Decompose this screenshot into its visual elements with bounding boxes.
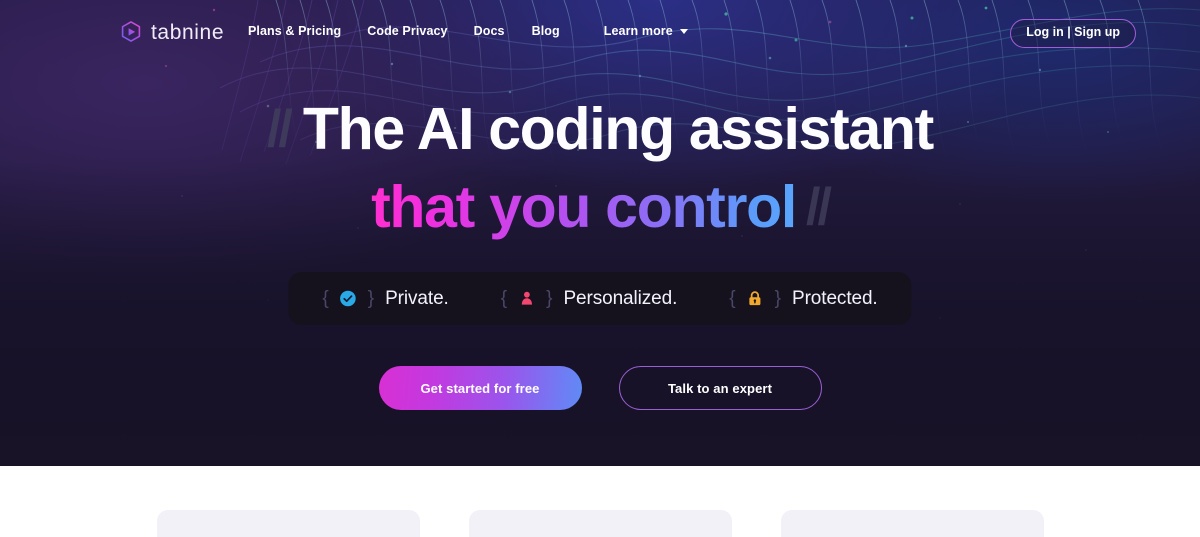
hero-cta-group: Get started for free Talk to an expert xyxy=(0,366,1200,410)
headline-line-2: that you control// xyxy=(0,173,1200,240)
shield-check-icon xyxy=(340,290,357,307)
person-icon xyxy=(521,291,532,305)
hero-headline: //The AI coding assistant that you contr… xyxy=(0,96,1200,240)
headline-line-1: //The AI coding assistant xyxy=(0,96,1200,162)
brace-open: { xyxy=(500,288,508,309)
headline-line-2-text: that you control xyxy=(371,173,797,240)
feature-item-personalized: { } Personalized. xyxy=(501,288,678,310)
brace-close: } xyxy=(367,288,375,309)
nav-dropdown-learn-more[interactable]: Learn more xyxy=(604,24,688,38)
feature-pill-bar: { } Private. { } Personalized. {} Prote… xyxy=(288,272,912,325)
tabnine-cube-logo-icon xyxy=(121,21,141,42)
login-signup-button[interactable]: Log in | Sign up xyxy=(1010,19,1136,48)
feature-label-personalized: Personalized. xyxy=(563,287,678,309)
nav-link-plans-pricing[interactable]: Plans & Pricing xyxy=(248,24,341,38)
chevron-down-icon xyxy=(679,28,688,34)
brand-logo[interactable]: tabnine xyxy=(119,20,224,44)
hero-section: tabnine Plans & Pricing Code Privacy Doc… xyxy=(0,0,1200,466)
main-navigation: tabnine Plans & Pricing Code Privacy Doc… xyxy=(0,0,1200,64)
nav-link-code-privacy[interactable]: Code Privacy xyxy=(367,24,447,38)
brace-open: { xyxy=(729,288,736,309)
brace-close: } xyxy=(546,288,553,309)
headline-line-1-text: The AI coding assistant xyxy=(302,96,934,162)
nav-links-group: Plans & Pricing Code Privacy Docs Blog L… xyxy=(248,24,688,38)
lock-icon xyxy=(749,291,761,306)
get-started-button[interactable]: Get started for free xyxy=(378,366,582,410)
feature-card-1[interactable] xyxy=(156,510,420,537)
nav-link-docs[interactable]: Docs xyxy=(474,24,505,38)
brace-open: { xyxy=(322,288,329,309)
feature-item-private: { } Private. xyxy=(322,288,448,310)
brand-name: tabnine xyxy=(151,20,225,44)
nav-dropdown-label: Learn more xyxy=(603,24,673,38)
feature-label-protected: Protected. xyxy=(792,287,878,309)
lower-white-section xyxy=(0,466,1200,537)
feature-cards-row xyxy=(0,510,1200,537)
feature-card-2[interactable] xyxy=(468,510,732,537)
talk-to-expert-button[interactable]: Talk to an expert xyxy=(618,366,822,410)
feature-label-private: Private. xyxy=(385,287,449,309)
slash-decoration-left: // xyxy=(266,100,293,158)
brace-close: } xyxy=(774,288,781,309)
nav-link-blog[interactable]: Blog xyxy=(532,24,560,38)
slash-decoration-right: // xyxy=(806,177,832,236)
feature-card-3[interactable] xyxy=(780,510,1044,537)
feature-item-protected: { } Protected. xyxy=(729,288,877,310)
